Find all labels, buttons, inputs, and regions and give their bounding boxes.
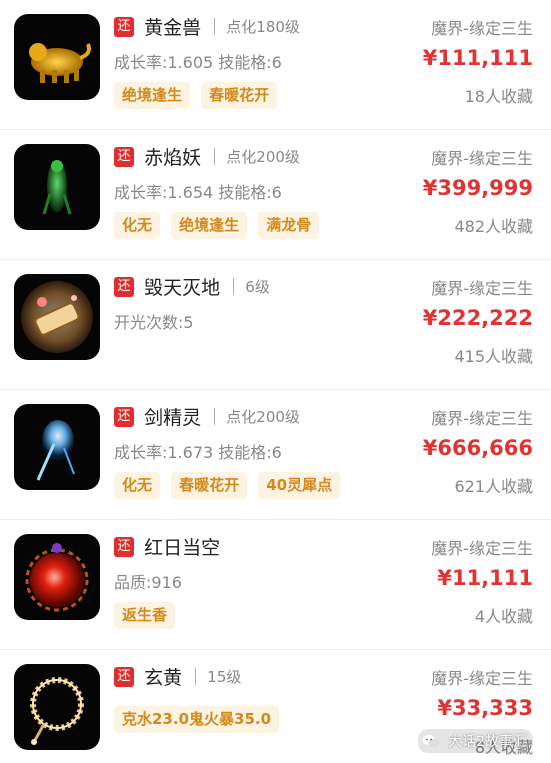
divider <box>233 278 235 295</box>
server-name: 魔界-缘定三生 <box>431 149 533 168</box>
skill-tag: 绝境逢生 <box>171 212 248 239</box>
item-name[interactable]: 毁天灭地 <box>144 273 220 300</box>
favorite-count: 415人收藏 <box>454 347 533 366</box>
return-badge: 还 <box>114 536 134 557</box>
tag-list: 化无 绝境逢生 满龙骨 <box>114 212 325 239</box>
price: ¥399,999 <box>422 176 533 200</box>
sword-spirit-icon[interactable] <box>14 404 100 490</box>
return-badge: 还 <box>114 146 134 167</box>
price: ¥111,111 <box>422 46 533 70</box>
item-level: 6级 <box>245 278 270 296</box>
title-line: 还 毁天灭地 6级 <box>114 273 270 301</box>
tag-list: 化无 春暖花开 40灵犀点 <box>114 472 346 499</box>
divider <box>195 668 197 685</box>
price: ¥666,666 <box>422 436 533 460</box>
red-sun-orb-icon[interactable] <box>14 534 100 620</box>
server-name: 魔界-缘定三生 <box>431 279 533 298</box>
item-name[interactable]: 赤焰妖 <box>144 143 201 170</box>
skill-tag: 春暖花开 <box>201 82 278 109</box>
item-name[interactable]: 剑精灵 <box>144 403 201 430</box>
listing-item[interactable]: 还 剑精灵 点化200级 成长率:1.673 技能格:6 化无 春暖花开 40灵… <box>0 390 551 520</box>
item-level: 点化200级 <box>226 148 300 166</box>
return-badge: 还 <box>114 16 134 37</box>
listing-item[interactable]: 还 红日当空 品质:916 返生香 魔界-缘定三生 ¥11,111 4人收藏 <box>0 520 551 650</box>
title-line: 还 赤焰妖 点化200级 <box>114 143 300 171</box>
watermark-text: 大话2故事汇 <box>448 734 527 750</box>
item-name[interactable]: 玄黄 <box>144 663 182 690</box>
title-line: 还 红日当空 <box>114 533 220 561</box>
item-name[interactable]: 黄金兽 <box>144 13 201 40</box>
item-stats: 开光次数:5 <box>114 313 194 332</box>
server-name: 魔界-缘定三生 <box>431 539 533 558</box>
skill-tag: 绝境逢生 <box>114 82 191 109</box>
favorite-count: 4人收藏 <box>474 607 533 626</box>
item-level: 15级 <box>207 668 242 686</box>
tag-list: 克水23.0鬼火暴35.0 <box>114 706 285 733</box>
listing-item[interactable]: 还 毁天灭地 6级 开光次数:5 魔界-缘定三生 ¥222,222 415人收藏 <box>0 260 551 390</box>
skill-tag: 克水23.0鬼火暴35.0 <box>114 706 280 733</box>
item-stats: 成长率:1.673 技能格:6 <box>114 443 282 462</box>
divider <box>214 148 216 165</box>
price: ¥11,111 <box>437 566 533 590</box>
wechat-icon <box>422 734 440 748</box>
favorite-count: 18人收藏 <box>464 87 533 106</box>
return-badge: 还 <box>114 666 134 687</box>
item-level: 点化200级 <box>226 408 300 426</box>
server-name: 魔界-缘定三生 <box>431 409 533 428</box>
price: ¥222,222 <box>422 306 533 330</box>
listing-item[interactable]: 还 赤焰妖 点化200级 成长率:1.654 技能格:6 化无 绝境逢生 满龙骨… <box>0 130 551 260</box>
tag-list: 绝境逢生 春暖花开 <box>114 82 283 109</box>
item-level: 点化180级 <box>226 18 300 36</box>
price: ¥33,333 <box>437 696 533 720</box>
title-line: 还 剑精灵 点化200级 <box>114 403 300 431</box>
server-name: 魔界-缘定三生 <box>431 19 533 38</box>
item-stats: 品质:916 <box>114 573 182 592</box>
item-stats: 成长率:1.654 技能格:6 <box>114 183 282 202</box>
favorite-count: 482人收藏 <box>454 217 533 236</box>
golden-beast-icon[interactable] <box>14 14 100 100</box>
return-badge: 还 <box>114 406 134 427</box>
listing-list: 还 黄金兽 点化180级 成长率:1.605 技能格:6 绝境逢生 春暖花开 魔… <box>0 0 551 763</box>
skill-tag: 40灵犀点 <box>258 472 341 499</box>
skill-tag: 返生香 <box>114 602 176 629</box>
skill-tag: 化无 <box>114 472 161 499</box>
title-line: 还 玄黄 15级 <box>114 663 241 691</box>
scroll-artifact-icon[interactable] <box>14 274 100 360</box>
flame-demon-icon[interactable] <box>14 144 100 230</box>
item-name[interactable]: 红日当空 <box>144 533 220 560</box>
bead-necklace-icon[interactable] <box>14 664 100 750</box>
skill-tag: 满龙骨 <box>258 212 320 239</box>
item-stats: 成长率:1.605 技能格:6 <box>114 53 282 72</box>
divider <box>214 18 216 35</box>
skill-tag: 春暖花开 <box>171 472 248 499</box>
listing-item[interactable]: 还 黄金兽 点化180级 成长率:1.605 技能格:6 绝境逢生 春暖花开 魔… <box>0 0 551 130</box>
divider <box>214 408 216 425</box>
title-line: 还 黄金兽 点化180级 <box>114 13 300 41</box>
favorite-count: 621人收藏 <box>454 477 533 496</box>
return-badge: 还 <box>114 276 134 297</box>
skill-tag: 化无 <box>114 212 161 239</box>
tag-list: 返生香 <box>114 602 181 629</box>
server-name: 魔界-缘定三生 <box>431 669 533 688</box>
watermark: 大话2故事汇 <box>417 729 533 753</box>
